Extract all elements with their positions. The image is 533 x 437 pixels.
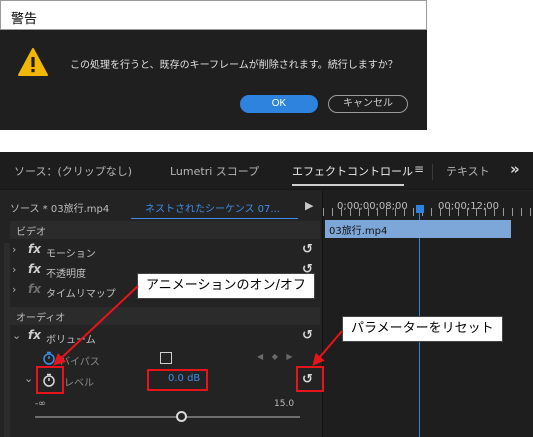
active-tab-indicator xyxy=(292,184,404,186)
section-audio-label: オーディオ xyxy=(16,313,66,324)
section-audio: オーディオ xyxy=(10,307,320,325)
source-row: ソース * 03旅行.mp4 ネストされたシーケンス 07... ▶ xyxy=(0,198,320,219)
effect-label-motion: モーション xyxy=(46,249,96,260)
chevron-right-icon[interactable]: › xyxy=(12,243,16,256)
effect-label-time-remap: タイムリマップ xyxy=(46,289,116,300)
timeline-clip[interactable]: 03旅行.mp4 xyxy=(325,220,511,238)
section-video-label: ビデオ xyxy=(16,227,46,238)
fx-icon[interactable]: fx xyxy=(28,328,41,342)
effect-row-volume[interactable]: ⌄ fx ボリューム ↺ xyxy=(10,327,320,347)
fx-icon[interactable]: fx xyxy=(28,242,41,256)
effect-label-opacity: 不透明度 xyxy=(46,269,86,280)
sequence-label[interactable]: ネストされたシーケンス 07... xyxy=(145,200,280,215)
section-video: ビデオ xyxy=(10,221,320,239)
level-slider-thumb[interactable] xyxy=(176,411,187,422)
play-icon[interactable]: ▶ xyxy=(305,199,313,212)
fx-icon: fx xyxy=(28,282,41,296)
chevron-right-icon[interactable]: › xyxy=(12,263,16,276)
cancel-button[interactable]: キャンセル xyxy=(328,95,408,113)
panel-menu-icon[interactable]: ≡ xyxy=(414,162,424,176)
stopwatch-icon[interactable] xyxy=(42,351,56,365)
reset-icon[interactable]: ↺ xyxy=(302,242,313,257)
chevron-right-icon[interactable]: › xyxy=(12,283,16,296)
panel-tab-bar: ソース：(クリップなし) Lumetri スコープ エフェクトコントロール ≡ … xyxy=(0,152,533,190)
effect-label-volume: ボリューム xyxy=(46,335,96,346)
tab-source[interactable]: ソース：(クリップなし) xyxy=(14,163,132,179)
ruler-ticks xyxy=(323,208,533,216)
bypass-checkbox[interactable] xyxy=(160,352,172,364)
dialog-title-bar: 警告 xyxy=(0,0,427,30)
overflow-chevron-icon[interactable]: » xyxy=(510,160,520,178)
param-label-level: レベル xyxy=(64,378,94,389)
sequence-underline xyxy=(131,218,298,219)
effect-list: ソース * 03旅行.mp4 ネストされたシーケンス 07... ▶ ビデオ ›… xyxy=(0,191,320,437)
effect-row-motion[interactable]: › fx モーション ↺ xyxy=(10,241,320,261)
warning-dialog: 警告 この処理を行うと、既存のキーフレームが削除されます。続行しますか？ OK … xyxy=(0,0,427,130)
slider-min-label: -∞ xyxy=(35,399,46,409)
highlight-stopwatch xyxy=(36,366,64,394)
param-label-bypass: バイパス xyxy=(60,357,100,368)
callout-animation-toggle: アニメーションのオン/オフ xyxy=(137,273,315,299)
dialog-message: この処理を行うと、既存のキーフレームが削除されます。続行しますか？ xyxy=(70,60,398,71)
clip-name: 03旅行.mp4 xyxy=(329,226,388,237)
warning-icon xyxy=(18,48,48,76)
ok-button[interactable]: OK xyxy=(240,95,318,113)
highlight-reset xyxy=(296,366,324,392)
playhead-handle[interactable] xyxy=(416,205,424,213)
reset-icon[interactable]: ↺ xyxy=(302,328,313,343)
tab-lumetri-scopes[interactable]: Lumetri スコープ xyxy=(170,163,259,179)
tab-text[interactable]: テキスト xyxy=(446,163,490,179)
source-clip-label[interactable]: ソース * 03旅行.mp4 xyxy=(10,200,109,215)
chevron-down-icon[interactable]: ⌄ xyxy=(12,329,21,342)
slider-max-label: 15.0 xyxy=(274,399,295,409)
keyframe-navigator[interactable]: ◀ ◆ ▶ xyxy=(257,352,296,361)
tab-effect-controls[interactable]: エフェクトコントロール xyxy=(292,163,413,179)
callout-reset-parameter: パラメーターをリセット xyxy=(342,316,503,342)
highlight-level-value xyxy=(147,369,208,391)
chevron-down-icon[interactable]: ⌄ xyxy=(24,372,33,385)
dialog-title: 警告 xyxy=(11,12,38,27)
timeline-area: 0;00;00;08;00 00;00;12;00 03旅行.mp4 xyxy=(322,191,533,437)
level-slider-track[interactable] xyxy=(35,416,300,418)
tab-separator xyxy=(432,164,433,180)
fx-icon[interactable]: fx xyxy=(28,262,41,276)
